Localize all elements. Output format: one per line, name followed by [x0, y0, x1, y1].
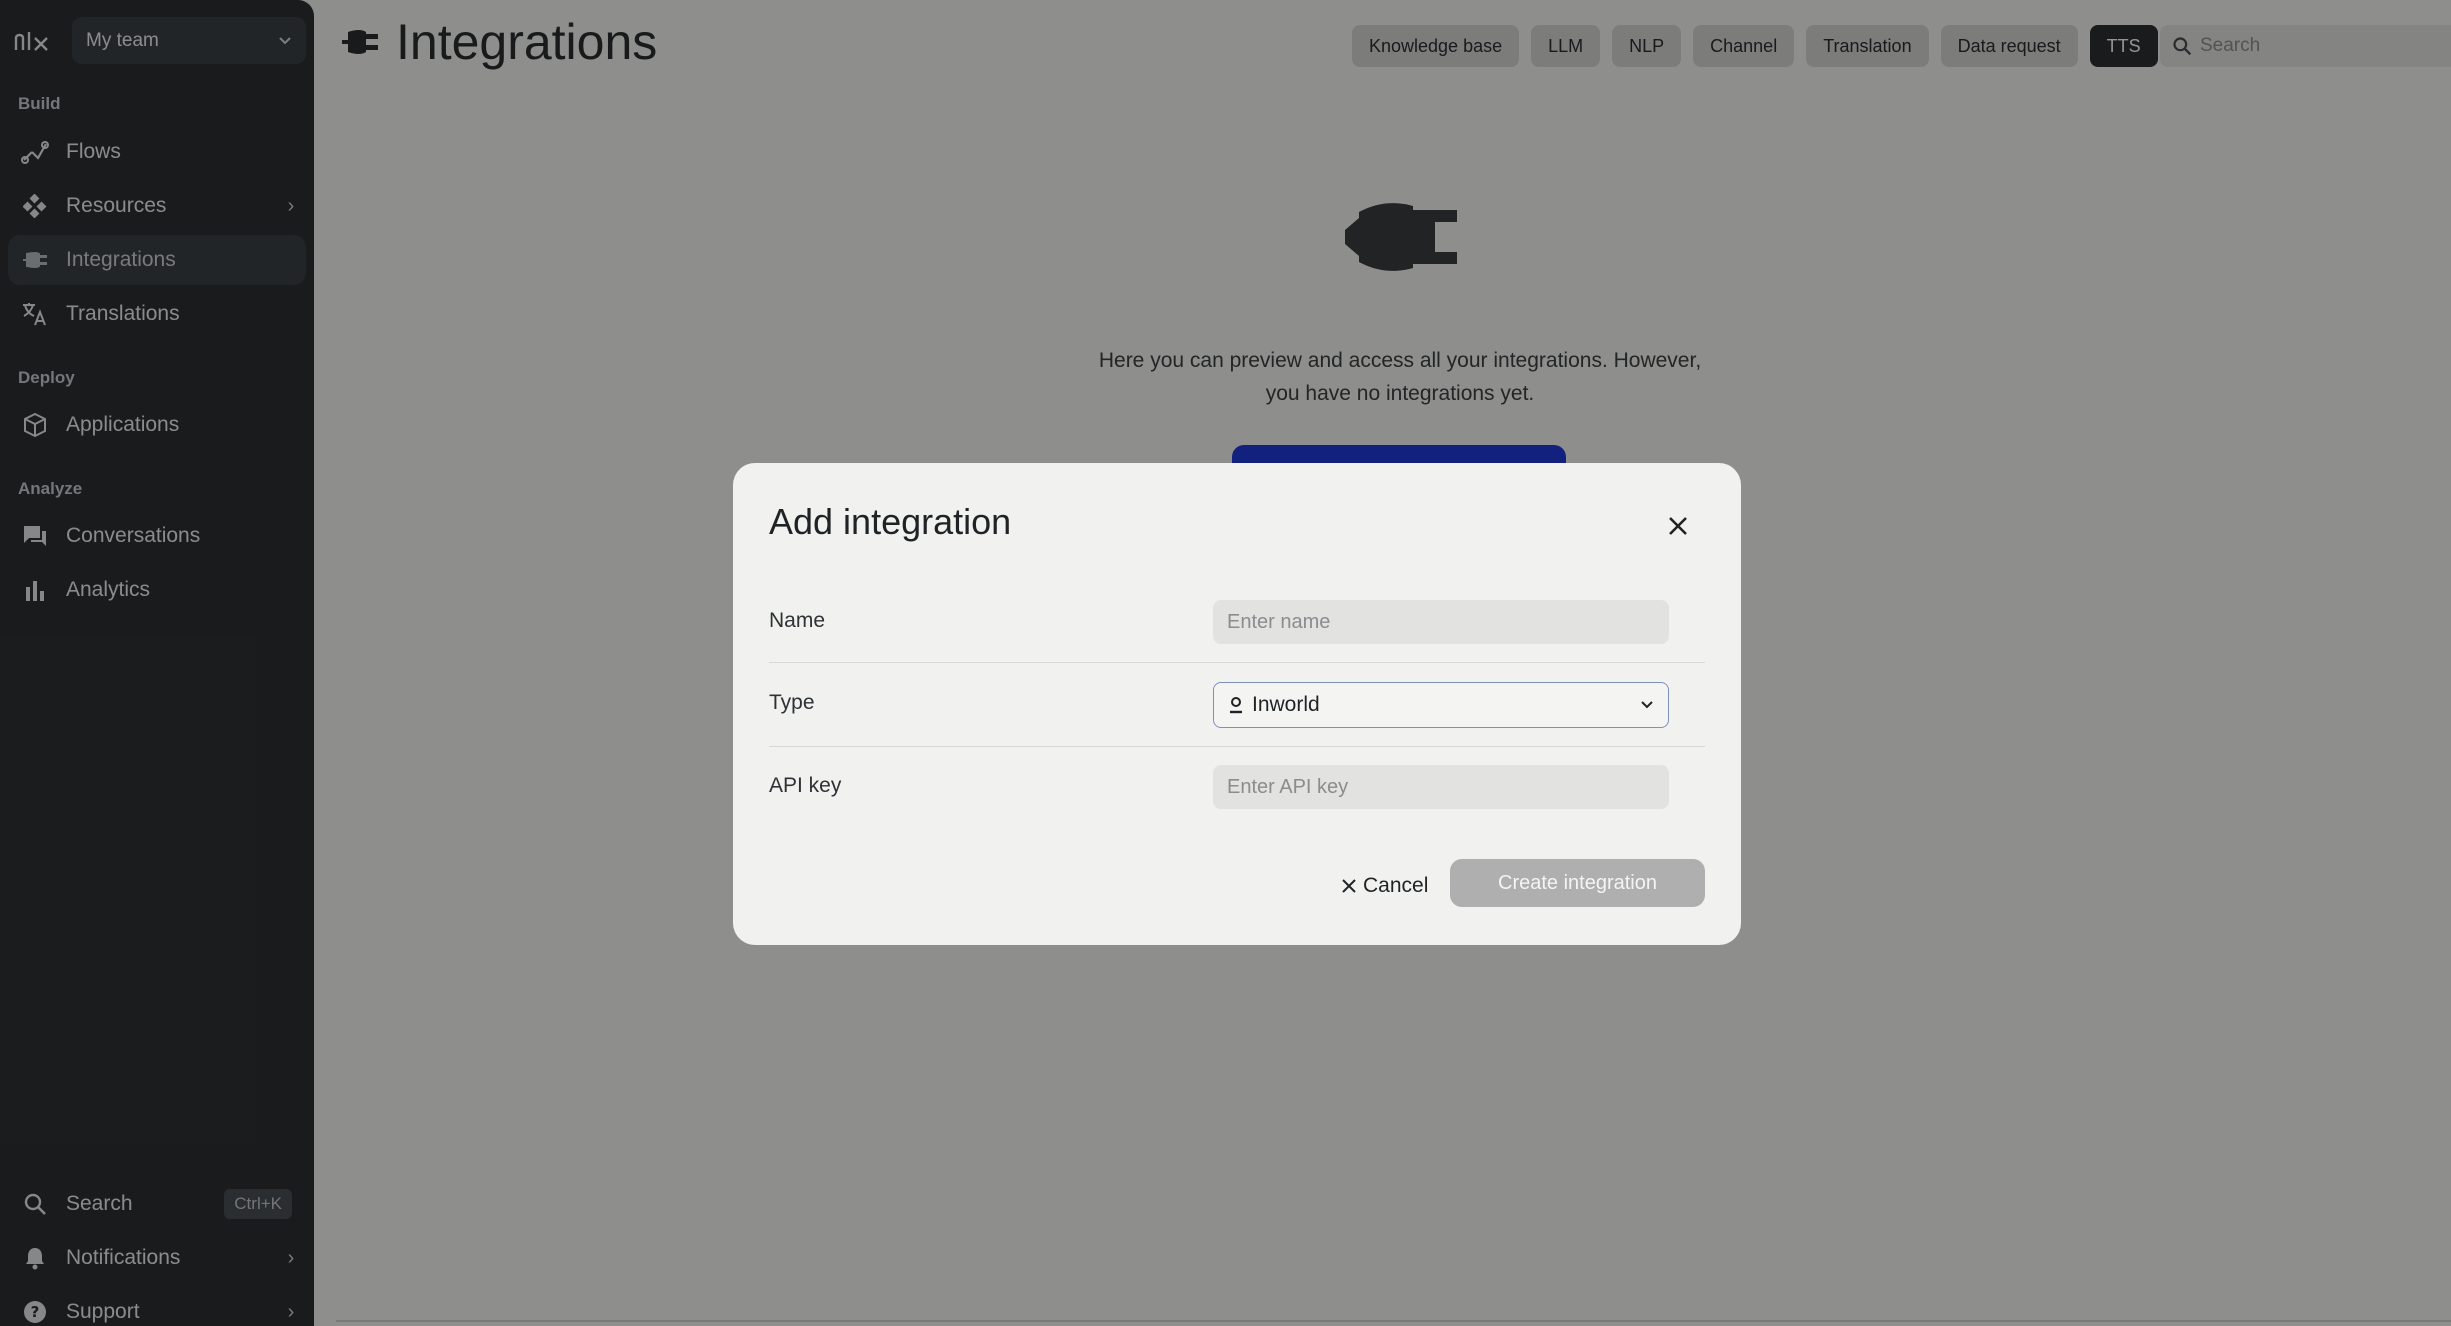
chevron-down-icon — [1641, 701, 1653, 709]
name-field-wrapper — [1213, 600, 1669, 644]
cancel-label: Cancel — [1363, 874, 1429, 897]
name-row: Name — [769, 600, 1705, 644]
cancel-button[interactable]: Cancel — [1333, 863, 1436, 909]
add-integration-dialog: Add integration Name Type Inworld API ke… — [733, 463, 1741, 945]
dialog-title: Add integration — [769, 501, 1012, 542]
type-select[interactable]: Inworld — [1213, 682, 1669, 728]
name-input[interactable] — [1227, 610, 1655, 634]
close-button[interactable] — [1663, 511, 1693, 541]
create-integration-button[interactable]: Create integration — [1450, 859, 1705, 907]
api-key-input[interactable] — [1227, 775, 1655, 799]
api-key-field-wrapper — [1213, 765, 1669, 809]
api-key-row: API key — [769, 765, 1705, 809]
divider — [769, 662, 1705, 663]
name-label: Name — [769, 609, 826, 632]
type-label: Type — [769, 691, 815, 714]
api-key-label: API key — [769, 774, 842, 797]
divider — [769, 746, 1705, 747]
type-selected-value: Inworld — [1252, 693, 1320, 716]
inworld-logo-icon — [1230, 697, 1242, 714]
close-icon — [1342, 879, 1356, 893]
type-row: Type Inworld — [769, 682, 1705, 728]
close-icon — [1669, 517, 1687, 535]
